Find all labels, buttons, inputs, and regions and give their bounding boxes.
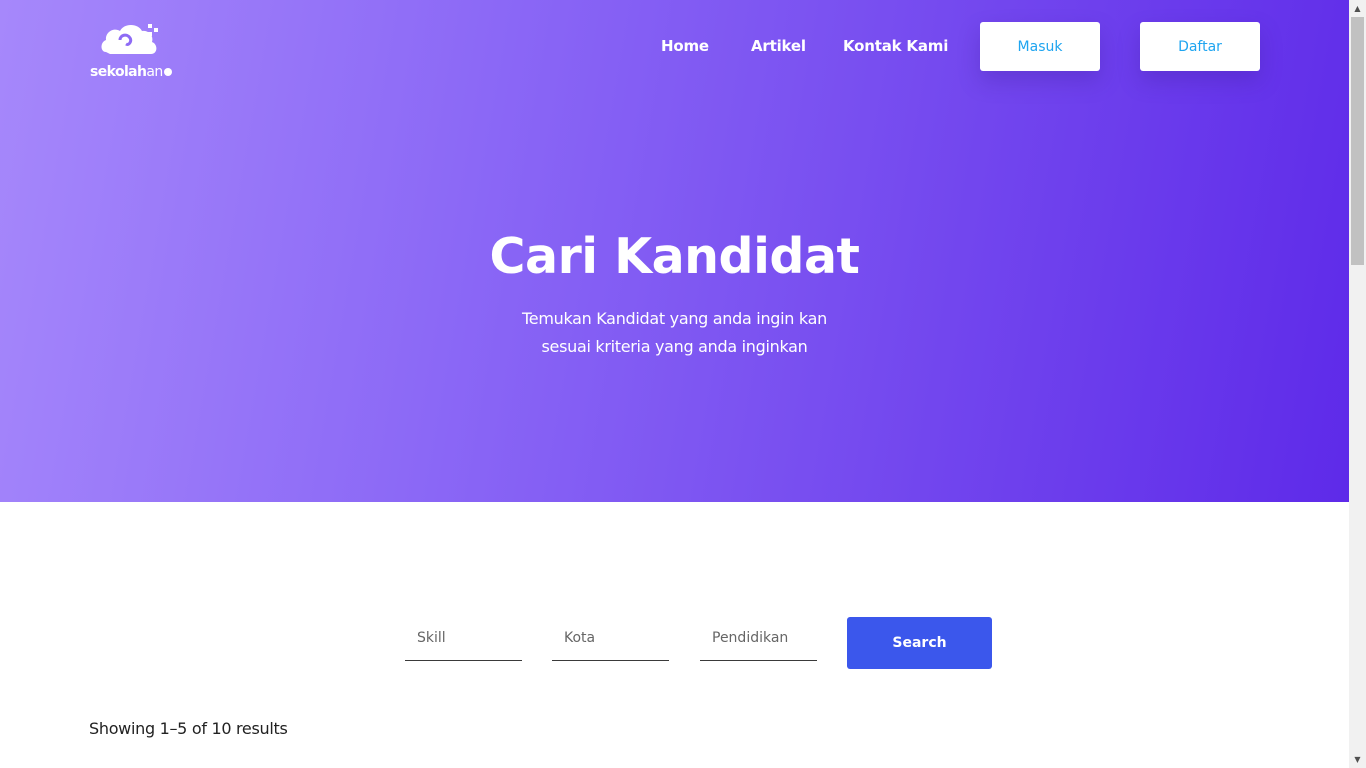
page: sekolahan Home Artikel Kontak Kami Masuk… <box>0 0 1349 768</box>
login-button[interactable]: Masuk <box>980 22 1100 71</box>
nav-home-link[interactable]: Home <box>661 37 709 55</box>
search-button[interactable]: Search <box>847 617 992 669</box>
logo-wordmark: sekolahan <box>90 64 172 80</box>
site-logo[interactable]: sekolahan <box>90 22 180 84</box>
page-title: Cari Kandidat <box>489 228 860 285</box>
scroll-down-arrow-icon[interactable]: ▼ <box>1349 751 1366 768</box>
register-button[interactable]: Daftar <box>1140 22 1260 71</box>
results-count: Showing 1–5 of 10 results <box>89 719 288 738</box>
elephant-cloud-icon <box>101 24 158 54</box>
hero-section: sekolahan Home Artikel Kontak Kami Masuk… <box>0 0 1349 502</box>
scroll-up-arrow-icon[interactable]: ▲ <box>1349 0 1366 17</box>
hero-subtitle-line1: Temukan Kandidat yang anda ingin kan <box>522 309 827 328</box>
city-input[interactable] <box>552 620 669 661</box>
page-scrollbar[interactable]: ▲ ▼ <box>1349 0 1366 768</box>
scrollbar-thumb[interactable] <box>1351 17 1364 265</box>
nav-artikel-link[interactable]: Artikel <box>751 37 806 55</box>
skill-input[interactable] <box>405 620 522 661</box>
hero-subtitle-line2: sesuai kriteria yang anda inginkan <box>541 337 808 356</box>
logo-badge-icon <box>163 68 172 76</box>
education-input[interactable] <box>700 620 817 661</box>
nav-kontak-link[interactable]: Kontak Kami <box>843 37 948 55</box>
